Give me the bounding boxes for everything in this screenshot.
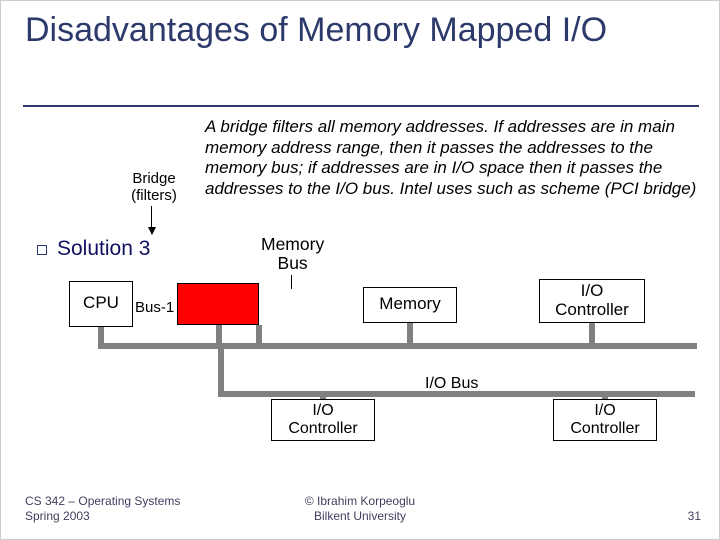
io-controller-bottom-right: I/O Controller xyxy=(553,399,657,441)
bridge-label-line1: Bridge xyxy=(132,170,175,187)
title-rule xyxy=(23,105,699,107)
bullet-square-icon xyxy=(37,245,47,255)
connector-bridge-bottom xyxy=(218,349,224,397)
memory-bus-line xyxy=(219,343,697,349)
connector-memory xyxy=(407,323,413,349)
connector-io-b xyxy=(602,391,608,399)
bus1-label: Bus-1 xyxy=(135,299,174,316)
solution-heading: Solution 3 xyxy=(57,237,150,261)
footer-copy-l2: Bilkent University xyxy=(314,509,406,523)
connector-io-top xyxy=(589,323,595,349)
connector-bridge-top-b xyxy=(256,325,262,349)
memory-bus-line2: Bus xyxy=(278,253,308,273)
memory-bus-line1: Memory xyxy=(261,234,324,254)
bus-segment-cpu xyxy=(98,343,222,349)
io-controller-br-l2: Controller xyxy=(570,420,639,437)
memory-bus-label: Memory Bus xyxy=(261,235,324,274)
io-bus-label: I/O Bus xyxy=(425,375,478,393)
cpu-box: CPU xyxy=(69,281,133,327)
arrow-down-icon xyxy=(151,206,152,234)
connector-cpu xyxy=(98,327,104,349)
connector-io-a xyxy=(320,391,326,399)
connector-bridge-top-a xyxy=(216,325,222,349)
io-controller-bottom-left: I/O Controller xyxy=(271,399,375,441)
bridge-filters-label: Bridge (filters) xyxy=(123,171,185,204)
io-controller-bl-l2: Controller xyxy=(288,420,357,437)
io-controller-top-l1: I/O xyxy=(581,281,604,300)
slide-number: 31 xyxy=(688,509,701,523)
io-controller-top-l2: Controller xyxy=(555,300,629,319)
bridge-label-line2: (filters) xyxy=(131,187,177,204)
slide-title: Disadvantages of Memory Mapped I/O xyxy=(25,9,607,52)
slide: Disadvantages of Memory Mapped I/O Bridg… xyxy=(0,0,720,540)
memory-box: Memory xyxy=(363,287,457,323)
bridge-box xyxy=(177,283,259,325)
io-controller-bl-l1: I/O xyxy=(312,402,333,419)
io-controller-top: I/O Controller xyxy=(539,279,645,323)
description-text: A bridge filters all memory addresses. I… xyxy=(205,117,697,200)
footer-copy-l1: © Ibrahim Korpeoglu xyxy=(305,494,415,508)
io-controller-br-l1: I/O xyxy=(594,402,615,419)
footer-copyright: © Ibrahim Korpeoglu Bilkent University xyxy=(1,494,719,523)
memory-bus-tick xyxy=(291,275,292,289)
